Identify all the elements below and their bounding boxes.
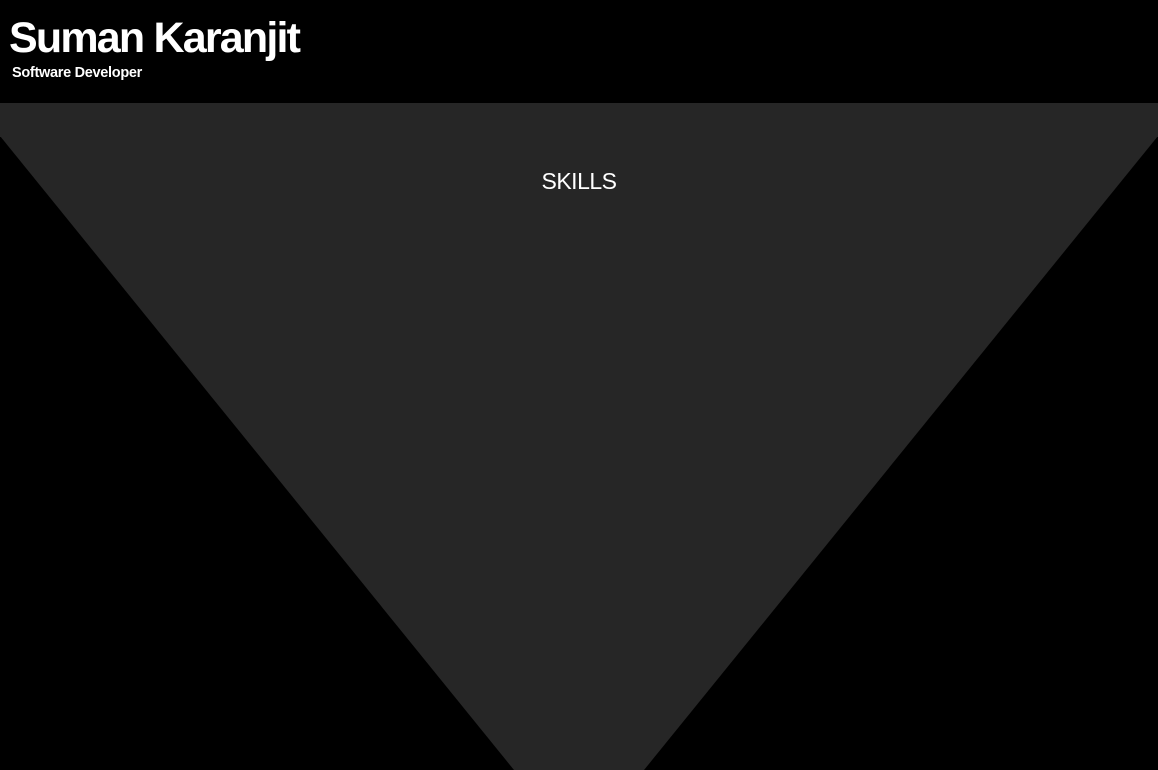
skills-inverted-triangle (0, 136, 1158, 770)
skills-section: SKILLS (0, 103, 1158, 770)
skills-heading: SKILLS (541, 168, 618, 194)
owner-name: Suman Karanjit (9, 14, 301, 62)
owner-role: Software Developer (12, 65, 142, 81)
site-header: Suman Karanjit Software Developer (0, 0, 1158, 103)
skills-triangle-background (0, 103, 1158, 770)
skills-top-band (0, 103, 1158, 137)
